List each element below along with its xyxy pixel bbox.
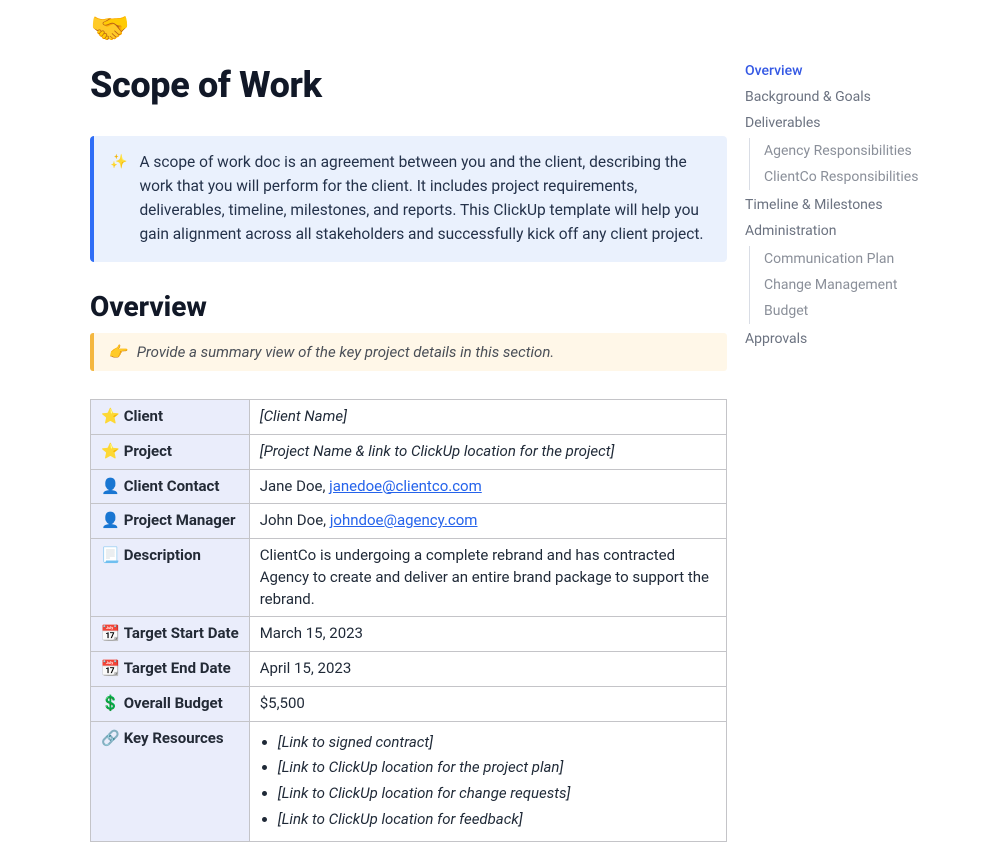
outline-item-agency-resp[interactable]: Agency Responsibilities xyxy=(764,138,984,164)
outline-item-administration[interactable]: Administration xyxy=(745,218,984,244)
row-label: Target Start Date xyxy=(124,624,239,642)
table-row: 👤Client Contact Jane Doe, janedoe@client… xyxy=(91,469,727,504)
row-value-prefix: Jane Doe, xyxy=(260,477,329,495)
overview-table: ⭐Client [Client Name] ⭐Project [Project … xyxy=(90,399,727,842)
outline-item-change-mgmt[interactable]: Change Management xyxy=(764,272,984,298)
star-icon: ⭐ xyxy=(101,407,120,425)
outline-item-comm-plan[interactable]: Communication Plan xyxy=(764,246,984,272)
pointer-icon: 👉 xyxy=(108,343,127,361)
list-item[interactable]: [Link to ClickUp location for the projec… xyxy=(278,757,716,779)
row-value-prefix: John Doe, xyxy=(260,511,330,529)
star-icon: ⭐ xyxy=(101,442,120,460)
outline-item-timeline[interactable]: Timeline & Milestones xyxy=(745,192,984,218)
outline-sidebar: Overview Background & Goals Deliverables… xyxy=(745,0,1000,352)
doc-icon: 🤝 xyxy=(90,12,727,44)
row-value[interactable]: $5,500 xyxy=(260,694,305,712)
sparkles-icon: ✨ xyxy=(110,152,127,246)
link-icon: 🔗 xyxy=(101,729,120,747)
table-row: ⭐Client [Client Name] xyxy=(91,400,727,435)
pm-email-link[interactable]: johndoe@agency.com xyxy=(330,511,478,529)
outline-item-clientco-resp[interactable]: ClientCo Responsibilities xyxy=(764,164,984,190)
table-row: ⭐Project [Project Name & link to ClickUp… xyxy=(91,434,727,469)
outline-item-deliverables[interactable]: Deliverables xyxy=(745,110,984,136)
overview-hint-text: Provide a summary view of the key projec… xyxy=(137,343,555,361)
row-value[interactable]: [Client Name] xyxy=(260,407,347,425)
row-label: Project Manager xyxy=(124,511,236,529)
outline-list: Overview Background & Goals Deliverables… xyxy=(745,58,984,352)
calendar-icon: 📆 xyxy=(101,659,120,677)
dollar-icon: 💲 xyxy=(101,694,120,712)
person-icon: 👤 xyxy=(101,477,120,495)
list-item[interactable]: [Link to signed contract] xyxy=(278,732,716,754)
row-label: Key Resources xyxy=(124,729,224,747)
page-icon: 📃 xyxy=(101,546,120,564)
outline-item-approvals[interactable]: Approvals xyxy=(745,326,984,352)
outline-item-overview[interactable]: Overview xyxy=(745,58,984,84)
client-contact-email-link[interactable]: janedoe@clientco.com xyxy=(329,477,482,495)
table-row: 📆Target Start Date March 15, 2023 xyxy=(91,617,727,652)
overview-hint: 👉 Provide a summary view of the key proj… xyxy=(90,333,727,371)
table-row: 💲Overall Budget $5,500 xyxy=(91,686,727,721)
row-label: Description xyxy=(124,546,201,564)
list-item[interactable]: [Link to ClickUp location for change req… xyxy=(278,783,716,805)
person-icon: 👤 xyxy=(101,511,120,529)
outline-item-budget[interactable]: Budget xyxy=(764,298,984,324)
intro-callout-text: A scope of work doc is an agreement betw… xyxy=(139,150,707,246)
table-row: 📃Description ClientCo is undergoing a co… xyxy=(91,539,727,617)
row-value[interactable]: ClientCo is undergoing a complete rebran… xyxy=(260,546,709,608)
list-item[interactable]: [Link to ClickUp location for feedback] xyxy=(278,809,716,831)
table-row: 📆Target End Date April 15, 2023 xyxy=(91,652,727,687)
overview-heading: Overview xyxy=(90,290,727,323)
key-resources-list: [Link to signed contract] [Link to Click… xyxy=(278,732,716,831)
calendar-icon: 📆 xyxy=(101,624,120,642)
row-value[interactable]: March 15, 2023 xyxy=(260,624,363,642)
row-label: Client xyxy=(124,407,163,425)
table-row: 👤Project Manager John Doe, johndoe@agenc… xyxy=(91,504,727,539)
table-row: 🔗Key Resources [Link to signed contract]… xyxy=(91,721,727,841)
row-label: Client Contact xyxy=(124,477,220,495)
row-label: Overall Budget xyxy=(124,694,223,712)
row-value[interactable]: [Project Name & link to ClickUp location… xyxy=(260,442,615,460)
outline-item-background[interactable]: Background & Goals xyxy=(745,84,984,110)
row-label: Project xyxy=(124,442,172,460)
row-value[interactable]: April 15, 2023 xyxy=(260,659,352,677)
page-title: Scope of Work xyxy=(90,64,727,106)
intro-callout: ✨ A scope of work doc is an agreement be… xyxy=(90,136,727,262)
row-label: Target End Date xyxy=(124,659,231,677)
document-body: 🤝 Scope of Work ✨ A scope of work doc is… xyxy=(0,0,745,854)
